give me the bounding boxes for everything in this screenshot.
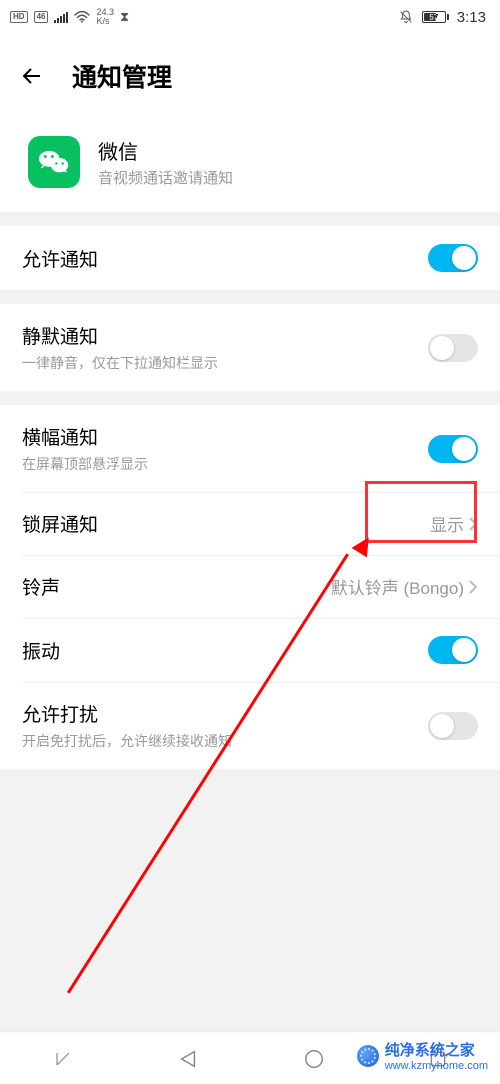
group-silent: 静默通知 一律静音，仅在下拉通知栏显示 bbox=[0, 304, 500, 391]
label: 振动 bbox=[22, 637, 60, 664]
bell-off-icon bbox=[398, 9, 414, 25]
description: 在屏幕顶部悬浮显示 bbox=[22, 454, 148, 474]
watermark-url: www.kzmyhome.com bbox=[385, 1060, 488, 1072]
group-settings: 横幅通知 在屏幕顶部悬浮显示 锁屏通知 显示 铃声 默认铃声 (Bongo) 振… bbox=[0, 405, 500, 769]
row-ringtone[interactable]: 铃声 默认铃声 (Bongo) bbox=[0, 555, 500, 618]
row-allow-disturb[interactable]: 允许打扰 开启免打扰后，允许继续接收通知 bbox=[0, 682, 500, 769]
signal-icon bbox=[54, 11, 68, 23]
nav-back-button[interactable] bbox=[177, 1048, 199, 1070]
value: 显示 bbox=[430, 511, 464, 536]
toggle-allow-disturb[interactable] bbox=[428, 712, 478, 740]
app-info-row: 微信 音视频通话邀请通知 bbox=[0, 120, 500, 212]
toggle-allow-notifications[interactable] bbox=[428, 244, 478, 272]
watermark-name: 纯净系统之家 bbox=[385, 1042, 475, 1059]
label: 允许打扰 bbox=[22, 700, 232, 727]
status-time: 3:13 bbox=[457, 9, 486, 26]
net-badge: 46 bbox=[34, 11, 49, 23]
nav-home-button[interactable] bbox=[303, 1048, 325, 1070]
wechat-icon bbox=[28, 136, 80, 188]
watermark: 纯净系统之家 www.kzmyhome.com bbox=[357, 1039, 488, 1072]
chevron-right-icon bbox=[468, 579, 478, 595]
row-vibrate[interactable]: 振动 bbox=[0, 618, 500, 682]
label: 静默通知 bbox=[22, 322, 218, 349]
battery-icon: 57 bbox=[422, 11, 449, 23]
hourglass-icon: ⧗ bbox=[120, 9, 129, 25]
page-title: 通知管理 bbox=[72, 58, 172, 94]
nav-overview-button[interactable] bbox=[52, 1050, 74, 1068]
status-bar: HD 46 24.3 K/s ⧗ 57 3:13 bbox=[0, 0, 500, 34]
value: 默认铃声 (Bongo) bbox=[331, 574, 464, 599]
label: 铃声 bbox=[22, 573, 60, 600]
description: 开启免打扰后，允许继续接收通知 bbox=[22, 731, 232, 751]
row-banner-notifications[interactable]: 横幅通知 在屏幕顶部悬浮显示 bbox=[0, 405, 500, 492]
network-speed: 24.3 K/s bbox=[96, 8, 114, 26]
toggle-banner-notifications[interactable] bbox=[428, 435, 478, 463]
hd-badge: HD bbox=[10, 11, 28, 23]
chevron-right-icon bbox=[468, 516, 478, 532]
group-allow: 允许通知 bbox=[0, 226, 500, 290]
app-name: 微信 bbox=[98, 136, 233, 165]
row-silent-notifications[interactable]: 静默通知 一律静音，仅在下拉通知栏显示 bbox=[0, 304, 500, 391]
label: 锁屏通知 bbox=[22, 510, 98, 537]
watermark-logo-icon bbox=[357, 1045, 379, 1067]
page-header: 通知管理 bbox=[0, 34, 500, 120]
back-button[interactable] bbox=[18, 62, 46, 90]
label: 横幅通知 bbox=[22, 423, 148, 450]
wifi-icon bbox=[74, 11, 90, 23]
label: 允许通知 bbox=[22, 245, 98, 272]
row-allow-notifications[interactable]: 允许通知 bbox=[0, 226, 500, 290]
description: 一律静音，仅在下拉通知栏显示 bbox=[22, 353, 218, 373]
status-right: 57 3:13 bbox=[398, 9, 486, 26]
status-left: HD 46 24.3 K/s ⧗ bbox=[10, 8, 129, 26]
app-channel: 音视频通话邀请通知 bbox=[98, 167, 233, 188]
row-lockscreen-notifications[interactable]: 锁屏通知 显示 bbox=[0, 492, 500, 555]
toggle-silent-notifications[interactable] bbox=[428, 334, 478, 362]
toggle-vibrate[interactable] bbox=[428, 636, 478, 664]
